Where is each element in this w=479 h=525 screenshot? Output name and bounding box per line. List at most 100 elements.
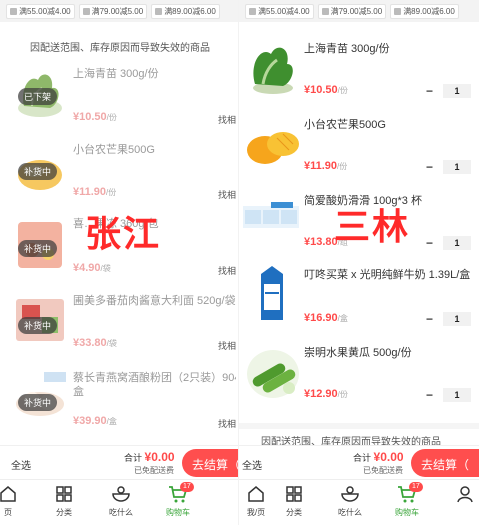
cart-item[interactable]: 上海青苗 300g/份 ¥10.50/份 − 1 bbox=[239, 30, 479, 106]
tab-home[interactable]: 页 bbox=[0, 484, 28, 518]
item-price: ¥11.90/份 bbox=[304, 160, 348, 172]
item-title[interactable]: 上海青苗 300g/份 bbox=[304, 42, 474, 56]
cart-item[interactable]: 崇明水果黄瓜 500g/份 ¥12.90/份 − 1 bbox=[239, 334, 479, 414]
total-amount: 合计 ¥0.00 bbox=[124, 450, 175, 464]
decrease-button[interactable]: − bbox=[426, 160, 433, 174]
find-similar-link[interactable]: 找相 bbox=[218, 264, 236, 277]
quantity-stepper[interactable]: − 1 bbox=[426, 388, 471, 402]
item-title[interactable]: 叮咚买菜 x 光明纯鲜牛奶 1.39L/盒 bbox=[304, 268, 476, 282]
item-title[interactable]: 蔡长青燕窝酒酿粉团（2只装）904 bbox=[73, 371, 236, 385]
right-cart-screenshot: 满55.00减4.00 满79.00减5.00 满89.00减6.00 上海青苗… bbox=[238, 0, 479, 525]
checkout-button[interactable]: 去结算（ bbox=[182, 449, 238, 477]
tab-category[interactable]: 分类 bbox=[274, 484, 314, 518]
decrease-button[interactable]: − bbox=[426, 388, 433, 402]
cart-item[interactable]: 补货中 圃美多番茄肉酱意大利面 520g/袋 ¥33.80/袋 找相 bbox=[0, 281, 238, 356]
bottom-tab-bar: 我/页 分类 吃什么 17 购物车 bbox=[239, 479, 479, 525]
yogurt-thumbnail bbox=[243, 202, 299, 228]
select-all-checkbox[interactable]: 全选 bbox=[242, 457, 262, 472]
tab-what-to-eat[interactable]: 吃什么 bbox=[101, 484, 141, 518]
status-badge: 补货中 bbox=[18, 240, 58, 257]
cart-count-badge: 17 bbox=[180, 482, 194, 492]
tab-cart[interactable]: 17 购物车 bbox=[387, 482, 427, 518]
checkout-bar: 全选 合计 ¥0.00 已免配送费 去结算（ bbox=[239, 445, 479, 479]
cart-item[interactable]: 补货中 蔡长青燕窝酒酿粉团（2只装）904 盒 ¥39.90/盒 找相 bbox=[0, 356, 238, 436]
quantity-stepper[interactable]: − 1 bbox=[426, 160, 471, 174]
item-price: ¥10.50/份 bbox=[304, 84, 348, 96]
promo-tag[interactable]: 满89.00减6.00 bbox=[151, 3, 220, 19]
cart-item[interactable]: 叮咚买菜 x 光明纯鲜牛奶 1.39L/盒 ¥16.90/盒 − 1 bbox=[239, 258, 479, 334]
bowl-icon bbox=[112, 486, 130, 502]
quantity-value[interactable]: 1 bbox=[443, 236, 471, 250]
promo-strip: 满55.00减4.00 满79.00减5.00 满89.00减6.00 bbox=[239, 0, 479, 22]
invalid-items-notice: 因配送范围、库存原因而导致失效的商品 bbox=[30, 43, 210, 54]
quantity-stepper[interactable]: − 1 bbox=[426, 312, 471, 326]
coupon-icon bbox=[321, 7, 329, 15]
decrease-button[interactable]: − bbox=[426, 312, 433, 326]
promo-tag[interactable]: 满79.00减5.00 bbox=[78, 3, 148, 19]
coupon-icon bbox=[82, 7, 90, 15]
find-similar-link[interactable]: 找相 bbox=[218, 188, 236, 201]
item-title[interactable]: 小台农芒果500G bbox=[73, 143, 223, 157]
promo-tag[interactable]: 满79.00减5.00 bbox=[317, 3, 387, 19]
decrease-button[interactable]: − bbox=[426, 84, 433, 98]
quantity-value[interactable]: 1 bbox=[443, 160, 471, 174]
profile-icon bbox=[457, 486, 473, 503]
tab-cart[interactable]: 17 购物车 bbox=[158, 482, 198, 518]
item-title[interactable]: 圃美多番茄肉酱意大利面 520g/袋 bbox=[73, 294, 236, 308]
item-title[interactable]: 小台农芒果500G bbox=[304, 118, 474, 132]
milk-carton-thumbnail bbox=[261, 266, 283, 320]
item-price: ¥39.90/盒 bbox=[73, 415, 117, 427]
coupon-icon bbox=[394, 7, 402, 15]
find-similar-link[interactable]: 找相 bbox=[218, 339, 236, 352]
checkout-button[interactable]: 去结算（ bbox=[411, 449, 479, 477]
quantity-value[interactable]: 1 bbox=[443, 84, 471, 98]
find-similar-link[interactable]: 找相 bbox=[218, 113, 236, 126]
promo-tag[interactable]: 满55.00减4.00 bbox=[6, 3, 75, 19]
coupon-icon bbox=[249, 7, 256, 15]
quantity-stepper[interactable]: − 1 bbox=[426, 236, 471, 250]
status-badge: 补货中 bbox=[18, 163, 58, 180]
location-watermark: 三林 bbox=[334, 206, 411, 247]
cart-count-badge: 17 bbox=[409, 482, 423, 492]
mango-thumbnail bbox=[247, 132, 299, 164]
item-title[interactable]: 上海青苗 300g/份 bbox=[73, 67, 223, 81]
left-cart-screenshot: 满55.00减4.00 满79.00减5.00 满89.00减6.00 因配送范… bbox=[0, 0, 238, 525]
bottom-tab-bar: 页 分类 吃什么 17 购物车 bbox=[0, 479, 238, 525]
quantity-stepper[interactable]: − 1 bbox=[426, 84, 471, 98]
tab-what-to-eat[interactable]: 吃什么 bbox=[330, 484, 370, 518]
item-price: ¥4.90/袋 bbox=[73, 262, 111, 274]
delivery-fee-note: 已免配送费 bbox=[363, 466, 403, 475]
coupon-icon bbox=[155, 7, 163, 15]
home-icon bbox=[248, 486, 264, 502]
status-badge: 补货中 bbox=[18, 317, 58, 334]
promo-tag[interactable]: 满89.00减6.00 bbox=[390, 3, 459, 19]
bowl-icon bbox=[341, 486, 359, 502]
home-icon bbox=[0, 486, 16, 502]
tab-category[interactable]: 分类 bbox=[44, 484, 84, 518]
item-title[interactable]: 崇明水果黄瓜 500g/份 bbox=[304, 346, 474, 360]
decrease-button[interactable]: − bbox=[426, 236, 433, 250]
promo-tag[interactable]: 满55.00减4.00 bbox=[245, 3, 314, 19]
item-title-line2: 盒 bbox=[73, 386, 84, 398]
find-similar-link[interactable]: 找相 bbox=[218, 417, 236, 430]
coupon-icon bbox=[10, 7, 17, 15]
grid-icon bbox=[56, 486, 72, 502]
total-amount: 合计 ¥0.00 bbox=[353, 450, 404, 464]
quantity-value[interactable]: 1 bbox=[443, 312, 471, 326]
item-price: ¥10.50/份 bbox=[73, 111, 117, 123]
delivery-fee-note: 已免配送费 bbox=[134, 466, 174, 475]
cart-item[interactable]: 补货中 小台农芒果500G ¥11.90/份 找相 bbox=[0, 131, 238, 206]
select-all-checkbox[interactable]: 全选 bbox=[11, 457, 31, 472]
quantity-value[interactable]: 1 bbox=[443, 388, 471, 402]
item-price: ¥11.90/份 bbox=[73, 186, 117, 198]
item-price: ¥12.90/份 bbox=[304, 388, 348, 400]
grid-icon bbox=[286, 486, 302, 502]
tab-home[interactable]: 我/页 bbox=[239, 484, 276, 518]
item-price: ¥16.90/盒 bbox=[304, 312, 348, 324]
tab-profile[interactable] bbox=[445, 484, 479, 504]
bok-choy-thumbnail bbox=[253, 47, 293, 94]
item-price: ¥33.80/袋 bbox=[73, 337, 117, 349]
cart-item[interactable]: 小台农芒果500G ¥11.90/份 − 1 bbox=[239, 106, 479, 182]
cart-item[interactable]: 已下架 上海青苗 300g/份 ¥10.50/份 找相 bbox=[0, 56, 238, 131]
checkout-bar: 全选 合计 ¥0.00 已免配送费 去结算（ bbox=[0, 445, 238, 479]
